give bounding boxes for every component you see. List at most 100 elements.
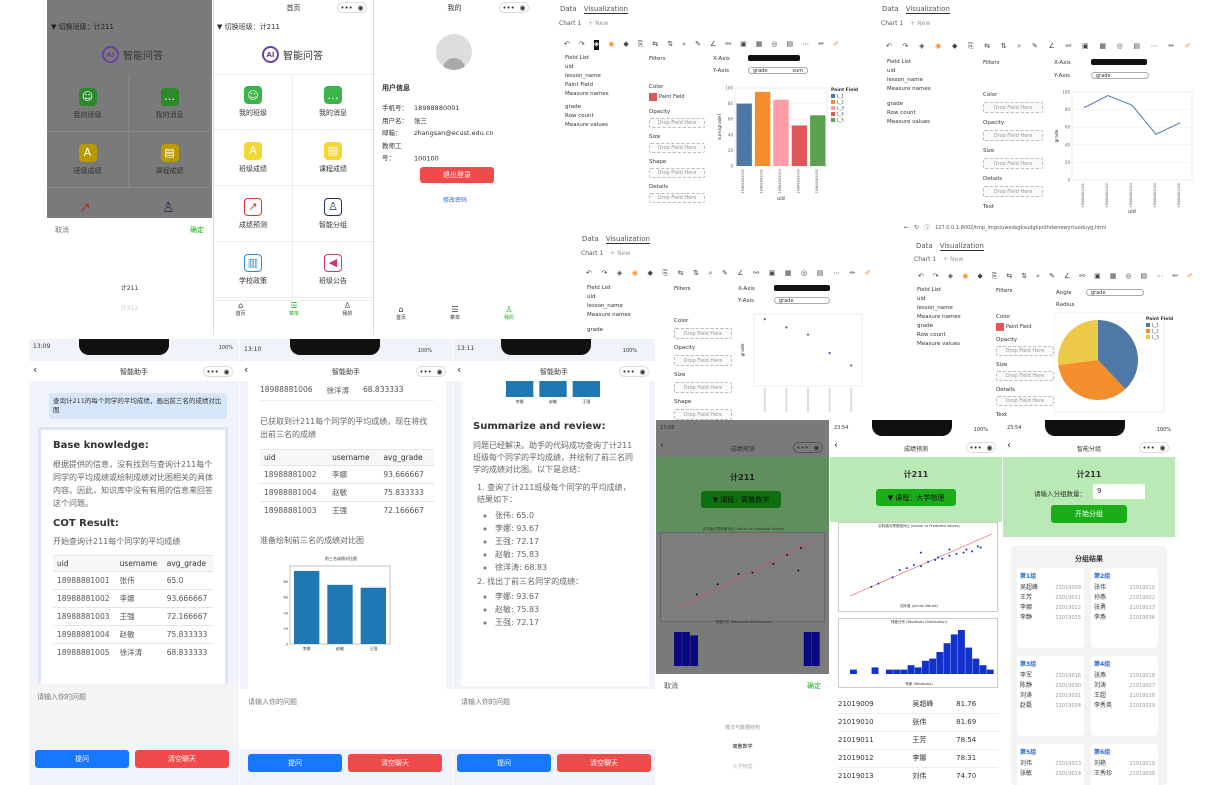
drop-zone[interactable]: Drop Field Here xyxy=(649,118,705,128)
ask-button[interactable]: 提问 xyxy=(35,750,129,768)
image-icon[interactable]: ▣ xyxy=(740,40,747,50)
new-chart[interactable]: + New xyxy=(610,250,630,257)
link-icon[interactable]: ⚯ xyxy=(753,269,759,278)
redo-icon[interactable]: ↷ xyxy=(601,269,607,278)
target-icon[interactable]: ◎ xyxy=(1125,272,1131,281)
paint-field-chip[interactable]: Paint Field xyxy=(996,323,1054,331)
pen-icon[interactable]: ✏ xyxy=(1172,272,1178,281)
picker-option[interactable]: 离散数学 xyxy=(656,743,829,750)
copy-icon[interactable]: ⎘ xyxy=(638,40,644,50)
more-icon[interactable]: ⋯ xyxy=(1151,42,1158,51)
link-icon[interactable]: ⚯ xyxy=(1079,272,1085,281)
measure-item[interactable]: Measure values xyxy=(917,340,961,349)
drop-zone[interactable]: Drop Field Here xyxy=(674,409,732,420)
zoom-icon[interactable]: ⌕ xyxy=(682,40,686,50)
field-item[interactable]: Measure names xyxy=(917,313,961,322)
ask-button[interactable]: 提问 xyxy=(248,754,342,772)
drop-zone[interactable]: Drop Field Here xyxy=(649,193,705,203)
copy-icon[interactable]: ⎘ xyxy=(992,272,998,281)
picker-option[interactable]: 计211 xyxy=(47,283,212,292)
picker-option[interactable]: 计212 xyxy=(47,303,212,312)
new-chart[interactable]: + New xyxy=(910,20,930,27)
tab-home[interactable]: ⌂ 首页 xyxy=(236,301,246,324)
pencil-icon[interactable]: ✐ xyxy=(1187,272,1193,281)
measure-item[interactable]: grade xyxy=(587,326,631,335)
table-icon[interactable]: ▤ xyxy=(787,40,794,50)
x-axis-field[interactable] xyxy=(774,285,830,291)
grid-icon[interactable]: ▦ xyxy=(785,269,792,278)
cube-icon[interactable]: ◈ xyxy=(948,272,953,281)
grid-icon[interactable]: ▦ xyxy=(1110,272,1117,281)
image-icon[interactable]: ▣ xyxy=(1082,42,1089,51)
link-icon[interactable]: ⚯ xyxy=(725,40,731,50)
pencil-icon[interactable]: ✐ xyxy=(865,269,871,278)
cube-icon[interactable]: ◈ xyxy=(919,42,924,51)
brush-icon[interactable]: ✎ xyxy=(695,40,701,50)
drop-zone[interactable]: Drop Field Here xyxy=(674,382,732,393)
angle-field[interactable]: grade xyxy=(1086,289,1144,296)
back-icon[interactable]: ← xyxy=(904,224,909,231)
table-icon[interactable]: ▤ xyxy=(1133,42,1140,51)
tile-course-grades[interactable]: ▤ 课程成绩 xyxy=(293,130,373,186)
capsule-menu[interactable]: ••• ◉ xyxy=(499,2,529,13)
tab-visualization[interactable]: Visualization xyxy=(905,5,950,14)
field-item[interactable]: Measure names xyxy=(565,90,609,99)
swap-icon[interactable]: ⇆ xyxy=(652,40,658,50)
measure-item[interactable]: grade xyxy=(565,103,609,112)
grid-icon[interactable]: ▦ xyxy=(1099,42,1106,51)
tab-menu[interactable]: ☰ 菜单 xyxy=(289,301,299,324)
sort-icon[interactable]: ⇅ xyxy=(1001,42,1007,51)
measure-item[interactable]: Row count xyxy=(917,331,961,340)
grid-icon[interactable]: ▦ xyxy=(756,40,763,50)
chart-tab[interactable]: Chart 1 xyxy=(559,20,581,27)
field-item[interactable]: uid xyxy=(587,293,631,302)
tile-smart-grouping[interactable]: ♙ 智能分组 xyxy=(293,186,373,242)
axis-icon[interactable]: ∠ xyxy=(1049,42,1055,51)
drop-zone[interactable]: Drop Field Here xyxy=(649,168,705,178)
field-item[interactable]: uid xyxy=(887,67,931,76)
course-select[interactable]: ▼ 课程：离散数学 xyxy=(701,491,781,508)
axis-icon[interactable]: ∠ xyxy=(737,269,743,278)
measure-item[interactable]: grade xyxy=(887,100,931,109)
pen-icon[interactable]: ✏ xyxy=(818,40,824,50)
picker-option[interactable]: 大学物理 xyxy=(656,763,829,770)
field-item[interactable]: Measure names xyxy=(587,311,631,320)
ask-button[interactable]: 提问 xyxy=(457,754,551,772)
group-count-input[interactable]: 9 xyxy=(1093,484,1145,499)
tile-class-notice[interactable]: ◀ 班级公告 xyxy=(293,242,373,298)
tab-menu[interactable]: ☰ 菜单 xyxy=(450,305,460,321)
tile-my-class[interactable]: ☺ 我的班级 xyxy=(47,76,129,132)
undo-icon[interactable]: ↶ xyxy=(564,40,570,50)
tab-home[interactable]: ⌂ 首页 xyxy=(396,305,406,321)
y-axis-field[interactable]: grade xyxy=(1091,72,1149,79)
link-icon[interactable]: ⚯ xyxy=(1065,42,1071,51)
question-input[interactable]: 请输入你的问题 xyxy=(29,684,239,744)
swap-icon[interactable]: ⇆ xyxy=(1006,272,1012,281)
y-axis-field[interactable]: grade sum xyxy=(748,67,808,74)
picker-cancel[interactable]: 取消 xyxy=(664,681,678,691)
drop-zone[interactable]: Drop Field Here xyxy=(674,355,732,366)
tab-me[interactable]: ♙ 我的 xyxy=(342,301,352,324)
drop-zone[interactable]: Drop Field Here xyxy=(983,130,1043,141)
copy-icon[interactable]: ⎘ xyxy=(662,269,668,278)
y-axis-field[interactable]: grade xyxy=(774,297,830,304)
target-icon[interactable]: ◎ xyxy=(801,269,807,278)
layer-icon[interactable]: ◆ xyxy=(648,269,653,278)
measure-item[interactable]: Row count xyxy=(565,112,609,121)
tab-me[interactable]: ♙ 我的 xyxy=(504,305,514,321)
drop-zone[interactable]: Drop Field Here xyxy=(983,102,1043,113)
axis-icon[interactable]: ∠ xyxy=(710,40,716,50)
picker-confirm[interactable]: 确定 xyxy=(807,681,821,691)
tab-data[interactable]: Data xyxy=(560,5,577,14)
redo-icon[interactable]: ↷ xyxy=(579,40,585,50)
mark-icon[interactable]: ◉ xyxy=(962,272,968,281)
tile-grade-prediction[interactable]: ↗ 成绩预测 xyxy=(214,186,293,242)
drop-zone[interactable]: Drop Field Here xyxy=(996,396,1054,406)
tab-visualization[interactable]: Visualization xyxy=(605,235,650,244)
tab-visualization[interactable]: Visualization xyxy=(939,242,984,251)
image-icon[interactable]: ▣ xyxy=(1094,272,1101,281)
brush-icon[interactable]: ✎ xyxy=(1049,272,1055,281)
drop-zone[interactable]: Drop Field Here xyxy=(983,186,1043,197)
redo-icon[interactable]: ↷ xyxy=(903,42,909,51)
pencil-icon[interactable]: ✐ xyxy=(1185,42,1191,51)
